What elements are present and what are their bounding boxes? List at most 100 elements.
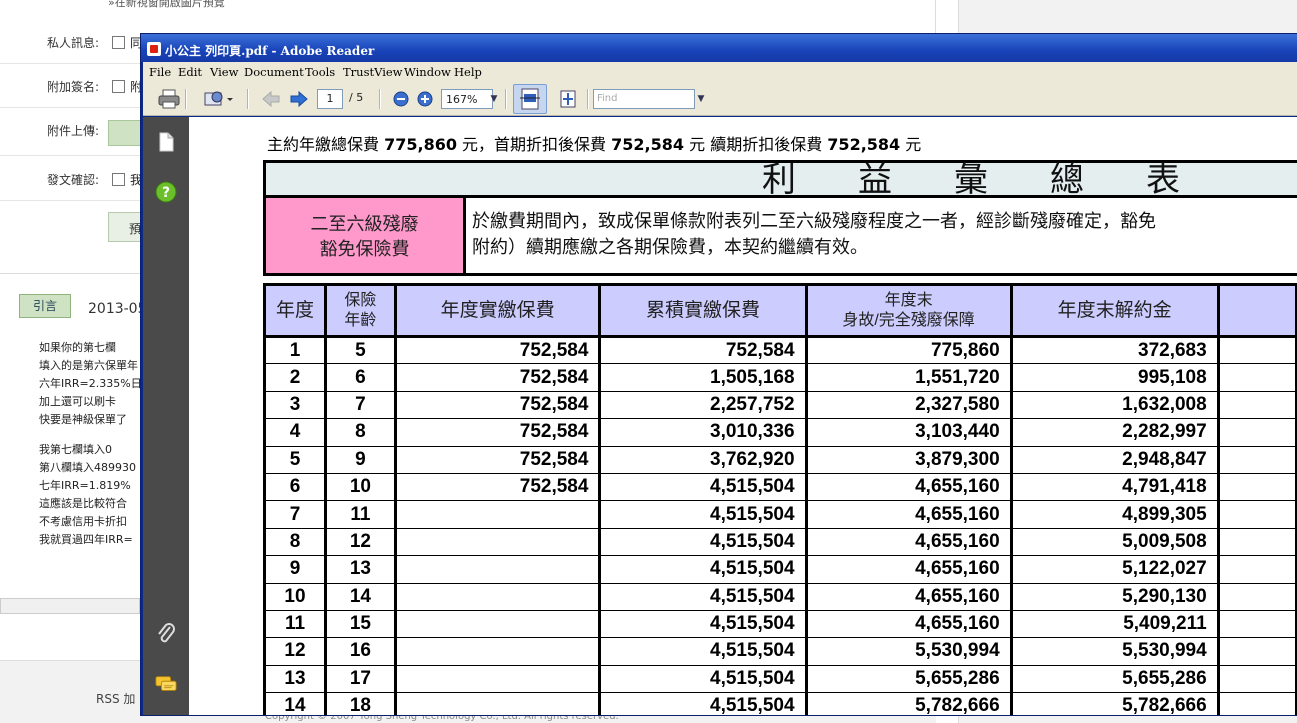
- cell-year: 6: [263, 472, 327, 502]
- cell-cumulative-premium: 4,515,504: [598, 609, 808, 639]
- zoom-dropdown-icon[interactable]: ▼: [487, 87, 501, 111]
- cell-annual-premium: [393, 664, 602, 694]
- cell-death-benefit: 4,655,160: [804, 472, 1013, 502]
- horizontal-scrollbar[interactable]: [0, 598, 140, 614]
- page-number-input[interactable]: 1: [317, 89, 343, 109]
- table-body: 1 5 752,584 752,584 775,860 372,683 2 6 752,584 1…: [263, 335, 1297, 715]
- cell-extra: [1216, 692, 1297, 715]
- cell-age: 18: [324, 692, 397, 715]
- summary-text: 主約年繳總保費: [267, 135, 385, 154]
- col-header-age: 保險 年齡: [324, 283, 397, 338]
- find-dropdown-icon[interactable]: ▼: [695, 87, 707, 111]
- cell-age: 6: [324, 363, 397, 392]
- cell-age: 16: [324, 637, 397, 666]
- menu-view[interactable]: View: [210, 65, 238, 79]
- cell-year: 10: [263, 582, 327, 611]
- find-input[interactable]: Find: [593, 89, 695, 109]
- menu-document[interactable]: Document: [244, 65, 304, 79]
- cell-death-benefit: 4,655,160: [804, 609, 1013, 639]
- col-header-age-line: 保險: [344, 291, 377, 309]
- menu-window[interactable]: Window: [404, 65, 451, 79]
- fit-page-icon[interactable]: [555, 87, 581, 111]
- cell-death-benefit: 5,782,666: [804, 692, 1013, 715]
- table-row: 12 16 4,515,504 5,530,994 5,530,994: [263, 637, 1297, 666]
- private-message-checkbox[interactable]: [112, 36, 125, 49]
- cell-year: 9: [263, 555, 327, 584]
- signature-checkbox[interactable]: [112, 80, 125, 93]
- post-line: 加上還可以刷卡: [39, 395, 116, 408]
- cell-year: 4: [263, 418, 327, 447]
- rss-link[interactable]: RSS 加: [96, 690, 135, 707]
- cell-cumulative-premium: 4,515,504: [598, 637, 808, 666]
- cell-age: 11: [324, 500, 397, 529]
- zoom-out-icon[interactable]: [389, 87, 413, 111]
- print-icon[interactable]: [157, 87, 181, 111]
- cell-surrender-value: 5,290,130: [1009, 582, 1220, 611]
- help-icon[interactable]: ?: [155, 181, 177, 203]
- collaborate-icon[interactable]: [201, 87, 237, 111]
- cell-surrender-value: 5,655,286: [1009, 664, 1220, 694]
- cell-age: 5: [324, 335, 397, 365]
- summary-renewal-premium: 752,584: [827, 135, 901, 154]
- menu-trustview[interactable]: TrustView: [343, 65, 403, 79]
- post-line: 不考慮信用卡折扣: [39, 515, 127, 528]
- zoom-in-icon[interactable]: [413, 87, 437, 111]
- table-row: 8 12 4,515,504 4,655,160 5,009,508: [263, 527, 1297, 557]
- cell-cumulative-premium: 1,505,168: [598, 363, 808, 392]
- cell-year: 8: [263, 527, 327, 557]
- image-preview-link[interactable]: »在新視窗開啟圖片預覽: [108, 0, 225, 10]
- menu-tools[interactable]: Tools: [305, 65, 335, 79]
- cell-cumulative-premium: 4,515,504: [598, 555, 808, 584]
- col-header-surrender-value: 年度末解約金: [1009, 283, 1220, 338]
- cell-death-benefit: 4,655,160: [804, 527, 1013, 557]
- cell-cumulative-premium: 4,515,504: [598, 664, 808, 694]
- table-row: 7 11 4,515,504 4,655,160 4,899,305: [263, 500, 1297, 529]
- cell-death-benefit: 2,327,580: [804, 390, 1013, 420]
- table-row: 2 6 752,584 1,505,168 1,551,720 995,108: [263, 363, 1297, 392]
- menu-file[interactable]: File: [149, 65, 171, 79]
- toolbar-separator: [379, 89, 381, 109]
- cell-cumulative-premium: 4,515,504: [598, 692, 808, 715]
- comments-icon[interactable]: [155, 673, 177, 695]
- cell-extra: [1216, 390, 1297, 420]
- cell-year: 7: [263, 500, 327, 529]
- post-line: 六年IRR=2.335%日: [39, 377, 142, 390]
- cell-extra: [1216, 472, 1297, 502]
- cell-surrender-value: 5,122,027: [1009, 555, 1220, 584]
- cell-year: 12: [263, 637, 327, 666]
- cell-cumulative-premium: 4,515,504: [598, 500, 808, 529]
- toolbar-separator: [505, 89, 507, 109]
- waiver-description: 於繳費期間內，致成保單條款附表列二至六級殘廢程度之一者，經診斷殘廢確定，豁免 附…: [472, 209, 1156, 261]
- navigation-sidebar: ?: [143, 117, 189, 715]
- col-header-death-line: 年度末: [884, 291, 933, 309]
- attachments-icon[interactable]: [155, 623, 177, 645]
- benefit-table: 年度 保險 年齡 年度實繳保費 累積實繳保費 年度末 身故/完全殘廢保障 年度末解約…: [263, 283, 1297, 715]
- cell-death-benefit: 5,530,994: [804, 637, 1013, 666]
- menu-help[interactable]: Help: [454, 65, 482, 79]
- waiver-text-line: 於繳費期間內，致成保單條款附表列二至六級殘廢程度之一者，經診斷殘廢確定，豁免: [472, 211, 1156, 232]
- summary-text: 元: [900, 135, 922, 154]
- zoom-level-input[interactable]: 167%: [441, 89, 493, 109]
- document-view[interactable]: 主約年繳總保費 775,860 元，首期折扣後保費 752,584 元 續期折扣…: [189, 117, 1297, 715]
- menubar: File Edit View Document Tools TrustView …: [143, 62, 1297, 82]
- fit-width-button[interactable]: [513, 84, 547, 114]
- cell-year: 13: [263, 664, 327, 694]
- previous-page-icon[interactable]: [259, 87, 283, 111]
- reader-titlebar[interactable]: 小公主 列印頁.pdf - Adobe Reader: [141, 34, 1297, 62]
- summary-first-premium: 752,584: [611, 135, 685, 154]
- cell-surrender-value: 5,782,666: [1009, 692, 1220, 715]
- waiver-title: 二至六級殘廢 豁免保險費: [266, 198, 466, 273]
- menu-edit[interactable]: Edit: [178, 65, 202, 79]
- quote-button[interactable]: 引言: [19, 294, 71, 318]
- cell-death-benefit: 1,551,720: [804, 363, 1013, 392]
- summary-text: 元，首期折扣後保費: [456, 135, 612, 154]
- cell-annual-premium: 752,584: [393, 445, 602, 474]
- cell-year: 5: [263, 445, 327, 474]
- confirm-checkbox[interactable]: [112, 173, 125, 186]
- cell-surrender-value: 4,899,305: [1009, 500, 1220, 529]
- next-page-icon[interactable]: [287, 87, 311, 111]
- post-line: 填入的是第六保單年: [39, 359, 138, 372]
- table-row: 6 10 752,584 4,515,504 4,655,160 4,791,418: [263, 472, 1297, 502]
- pages-icon[interactable]: [155, 131, 177, 153]
- table-row: 10 14 4,515,504 4,655,160 5,290,130: [263, 582, 1297, 611]
